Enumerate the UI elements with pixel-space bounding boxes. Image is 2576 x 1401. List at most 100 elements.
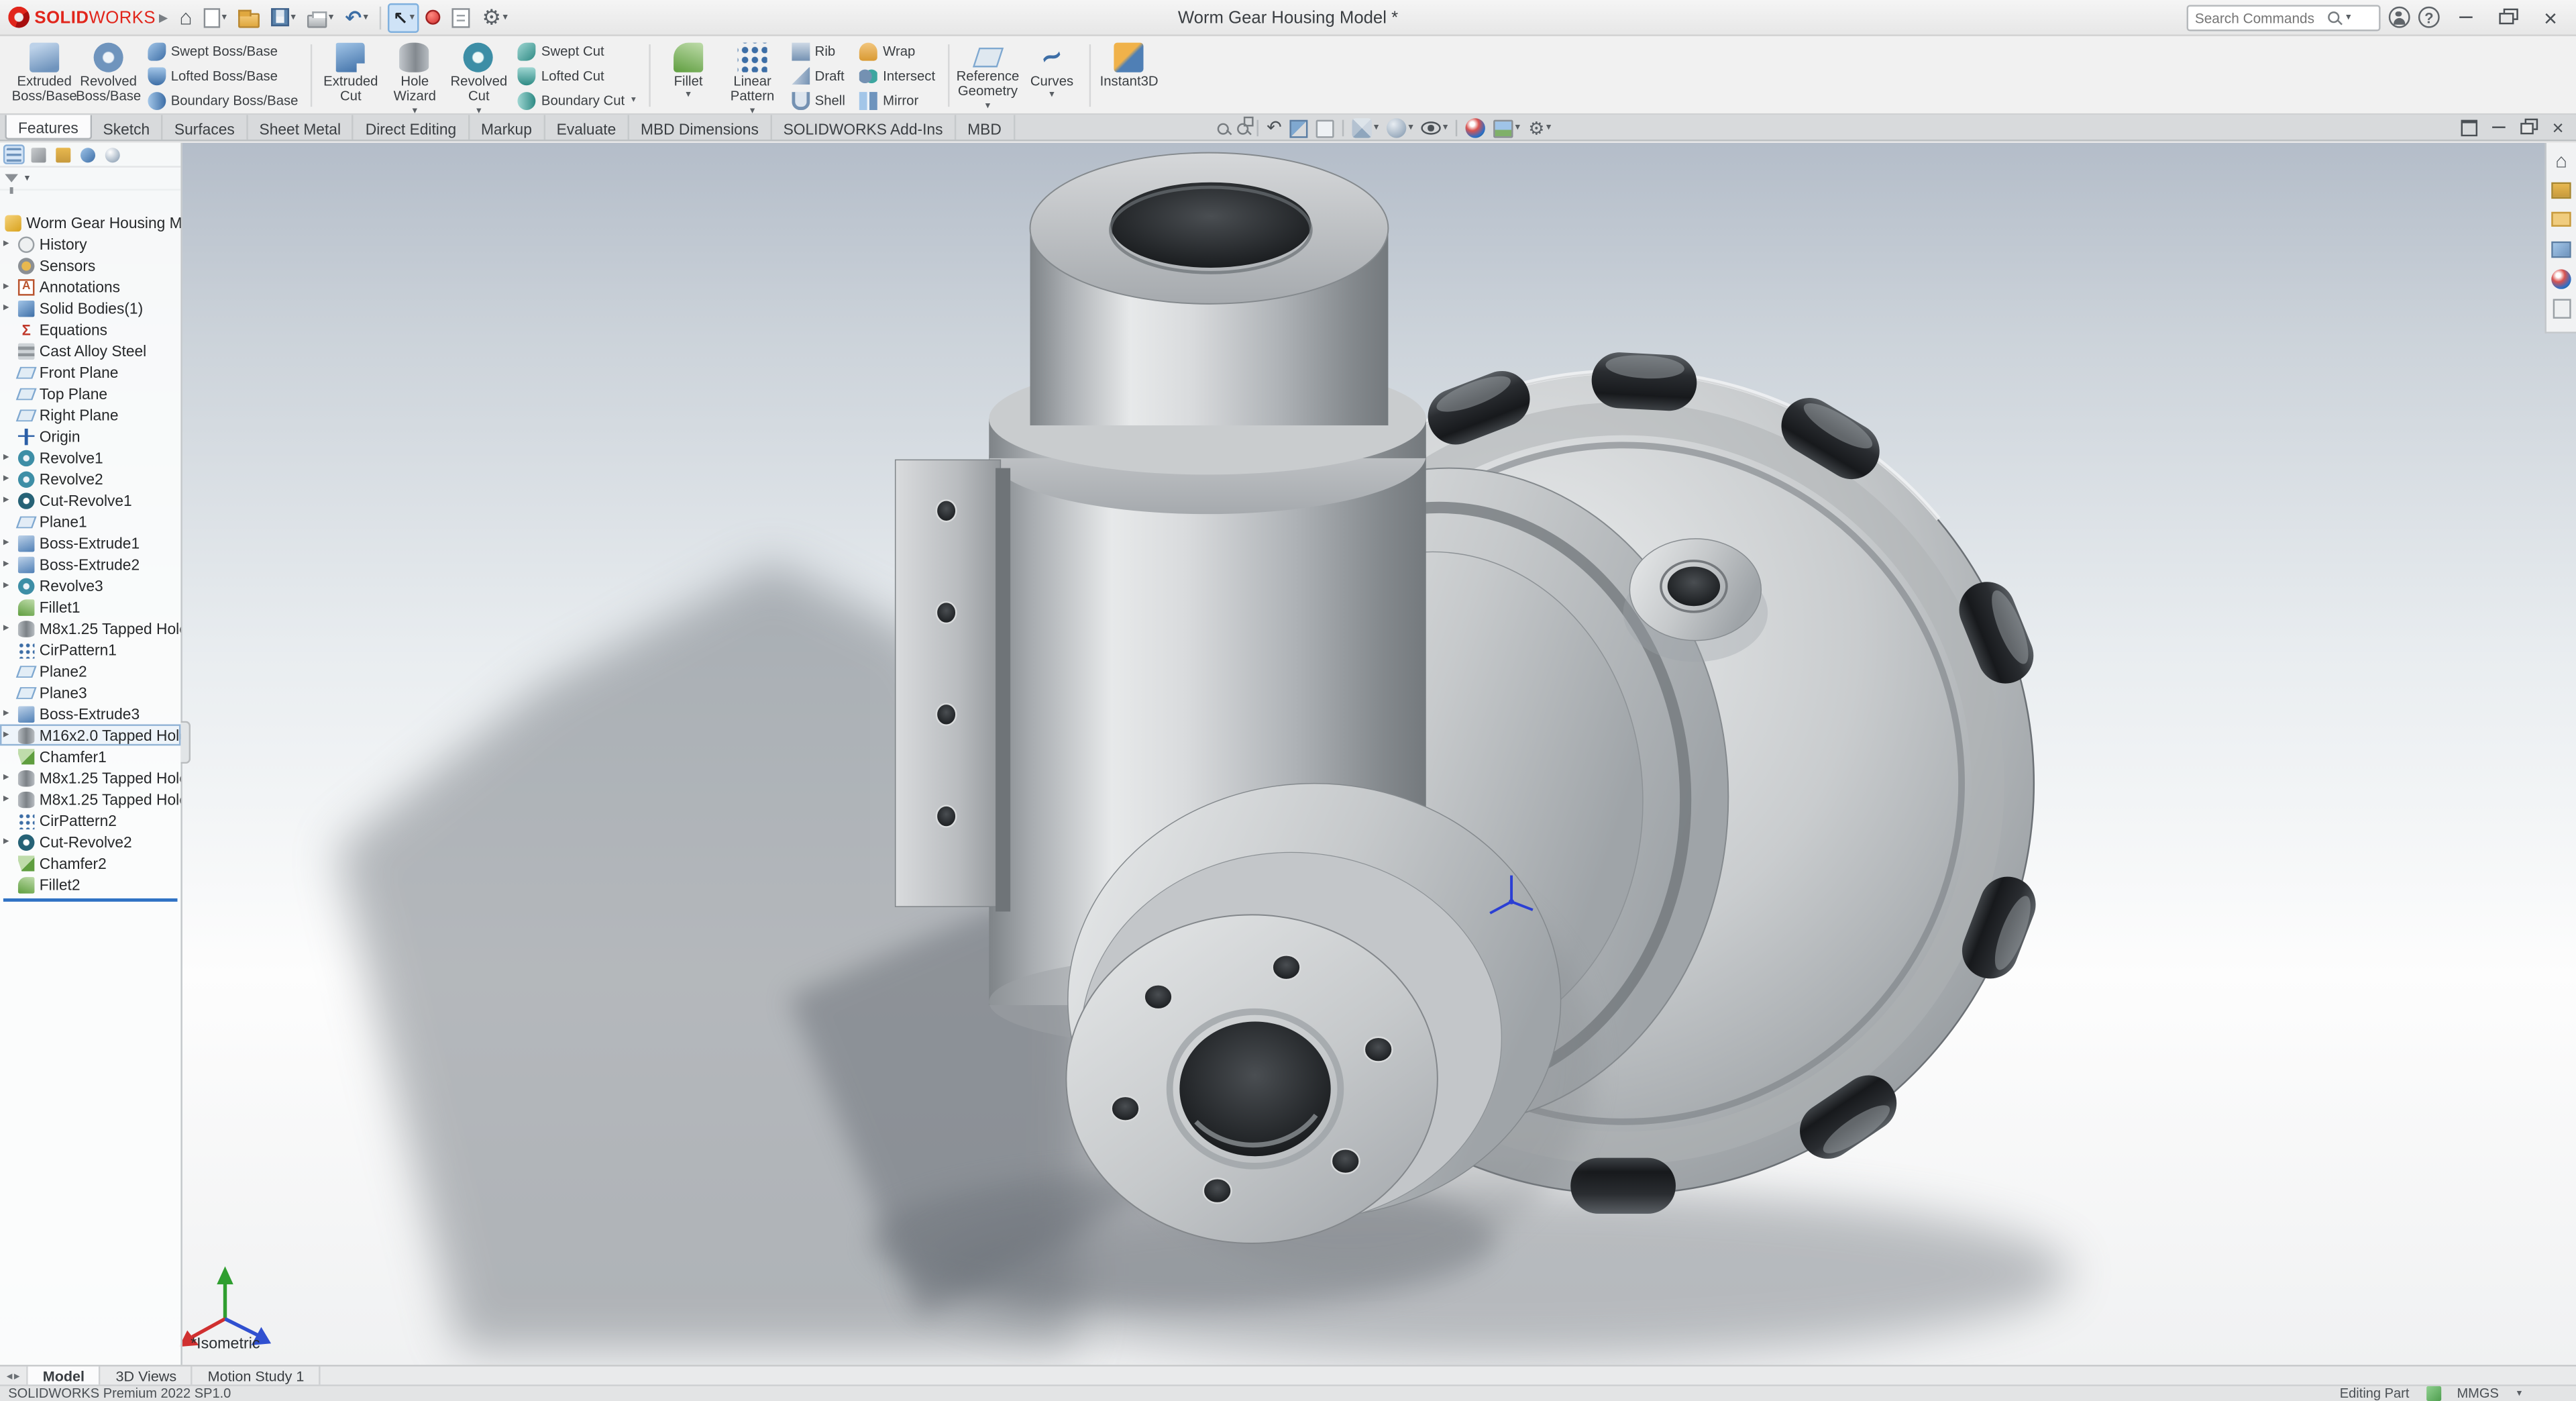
tab-model[interactable]: Model [28,1367,101,1385]
wrap-button[interactable]: Wrap [857,40,938,62]
tree-item-plane3[interactable]: Plane3 [0,682,180,703]
tree-item-boss-extrude1[interactable]: Boss-Extrude1 [0,532,180,554]
design-library-button[interactable] [2551,179,2572,201]
doc-close-button[interactable] [2543,116,2573,139]
expander-icon[interactable] [3,234,17,255]
solidworks-resources-button[interactable] [2551,150,2572,171]
expander-icon[interactable] [3,745,17,767]
search-caret-icon[interactable]: ▾ [2346,12,2351,22]
rollback-bar[interactable] [3,898,178,902]
feature-tree-tab[interactable] [3,144,25,164]
expander-icon[interactable] [3,788,17,810]
tab-scroll-controls[interactable]: ◂▸ [0,1367,28,1385]
tab-features[interactable]: Features [5,115,91,140]
extruded-boss-base-button[interactable]: ExtrudedBoss/Base [13,38,76,113]
lofted-boss-base-button[interactable]: Lofted Boss/Base [145,65,302,87]
tree-item-history[interactable]: History [0,234,180,255]
tab-motion-study-1[interactable]: Motion Study 1 [193,1367,321,1385]
tree-item-m8-tapped-hole3[interactable]: M8x1.25 Tapped Hole3 [0,788,180,810]
open-button[interactable] [233,3,265,32]
tree-item-cut-revolve2[interactable]: Cut-Revolve2 [0,831,180,853]
tab-mbd[interactable]: MBD [956,115,1014,140]
expander-icon[interactable] [3,532,17,554]
fillet-button[interactable]: Fillet [657,38,720,113]
tree-item-front-plane[interactable]: Front Plane [0,362,180,383]
expander-icon[interactable] [3,767,17,788]
expander-icon[interactable] [3,724,17,745]
tab-surfaces[interactable]: Surfaces [163,115,248,140]
file-explorer-button[interactable] [2551,209,2572,230]
expander-icon[interactable] [3,447,17,468]
expander-icon[interactable] [3,575,17,596]
swept-boss-base-button[interactable]: Swept Boss/Base [145,40,302,62]
tree-item-top-plane[interactable]: Top Plane [0,382,180,404]
tree-item-origin[interactable]: Origin [0,425,180,447]
expander-icon[interactable] [3,554,17,575]
help-icon[interactable] [2418,7,2440,28]
restore-button[interactable] [2491,3,2525,32]
previous-view-button[interactable] [1265,117,1283,139]
edit-appearance-button[interactable] [1464,117,1487,139]
display-style-button[interactable]: ▾ [1385,117,1415,139]
tree-item-solid-bodies[interactable]: Solid Bodies(1) [0,297,180,319]
tree-item-revolve3[interactable]: Revolve3 [0,575,180,596]
tab-mbd-dimensions[interactable]: MBD Dimensions [629,115,772,140]
tree-item-plane1[interactable]: Plane1 [0,511,180,532]
expander-icon[interactable] [3,596,17,618]
print-button[interactable]: ▾ [303,3,339,32]
property-manager-tab[interactable] [28,144,50,164]
swept-cut-button[interactable]: Swept Cut [515,40,639,62]
view-settings-button[interactable]: ▾ [1527,117,1553,139]
tree-item-right-plane[interactable]: Right Plane [0,404,180,425]
tree-item-revolve1[interactable]: Revolve1 [0,447,180,468]
tree-item-cut-revolve1[interactable]: Cut-Revolve1 [0,489,180,511]
tree-item-annotations[interactable]: Annotations [0,276,180,297]
expander-icon[interactable] [3,276,17,297]
file-properties-button[interactable] [447,3,476,32]
expander-icon[interactable] [3,511,17,532]
display-manager-tab[interactable] [102,144,123,164]
new-document-button[interactable]: ▾ [199,3,231,32]
minimize-button[interactable] [2448,3,2482,32]
doc-restore-button[interactable] [2514,116,2543,139]
hide-show-items-button[interactable]: ▾ [1420,117,1450,139]
tree-item-worm-gear-housing-model[interactable]: Worm Gear Housing Model ( [0,212,180,234]
extruded-cut-button[interactable]: ExtrudedCut [319,38,382,113]
tree-item-plane2[interactable]: Plane2 [0,660,180,682]
undo-button[interactable]: ▾ [340,3,373,32]
expander-icon[interactable] [3,639,17,660]
tree-item-m8-tapped-hole2[interactable]: M8x1.25 Tapped Hole2 [0,767,180,788]
scroll-right-icon[interactable]: ▸ [14,1369,20,1382]
expander-icon[interactable] [3,489,17,511]
expander-icon[interactable] [3,682,17,703]
revolved-boss-base-button[interactable]: RevolvedBoss/Base [77,38,140,113]
tree-item-chamfer2[interactable]: Chamfer2 [0,852,180,874]
filter-caret-icon[interactable]: ▾ [25,173,30,183]
expander-icon[interactable] [3,382,17,404]
boundary-boss-base-button[interactable]: Boundary Boss/Base [145,89,302,111]
hole-wizard-button[interactable]: HoleWizard [384,38,446,113]
curves-button[interactable]: Curves [1020,38,1083,113]
expander-icon[interactable] [3,297,17,319]
tab-sketch[interactable]: Sketch [91,115,162,140]
zoom-to-area-button[interactable] [1236,117,1250,139]
close-button[interactable] [2533,3,2567,32]
scroll-left-icon[interactable]: ◂ [7,1369,13,1382]
units-caret-icon[interactable]: ▾ [2517,1389,2522,1399]
rib-button[interactable]: Rib [788,40,848,62]
expander-icon[interactable] [3,468,17,490]
panel-splitter[interactable] [180,721,191,764]
custom-properties-button[interactable] [2551,297,2572,319]
shell-button[interactable]: Shell [788,89,848,111]
expander-icon[interactable] [3,874,17,895]
expander-icon[interactable] [3,852,17,874]
tree-item-boss-extrude3[interactable]: Boss-Extrude3 [0,703,180,725]
tree-item-boss-extrude2[interactable]: Boss-Extrude2 [0,554,180,575]
tree-item-m16-tapped-hole1[interactable]: M16x2.0 Tapped Hole1 [0,724,180,745]
tree-item-cast-alloy-steel[interactable]: Cast Alloy Steel [0,340,180,362]
expander-icon[interactable] [3,425,17,447]
mirror-button[interactable]: Mirror [857,89,938,111]
tree-filter-bar[interactable]: ▾ [0,168,180,191]
select-button[interactable]: ▾ [388,3,419,32]
zoom-to-fit-button[interactable] [1216,117,1230,139]
